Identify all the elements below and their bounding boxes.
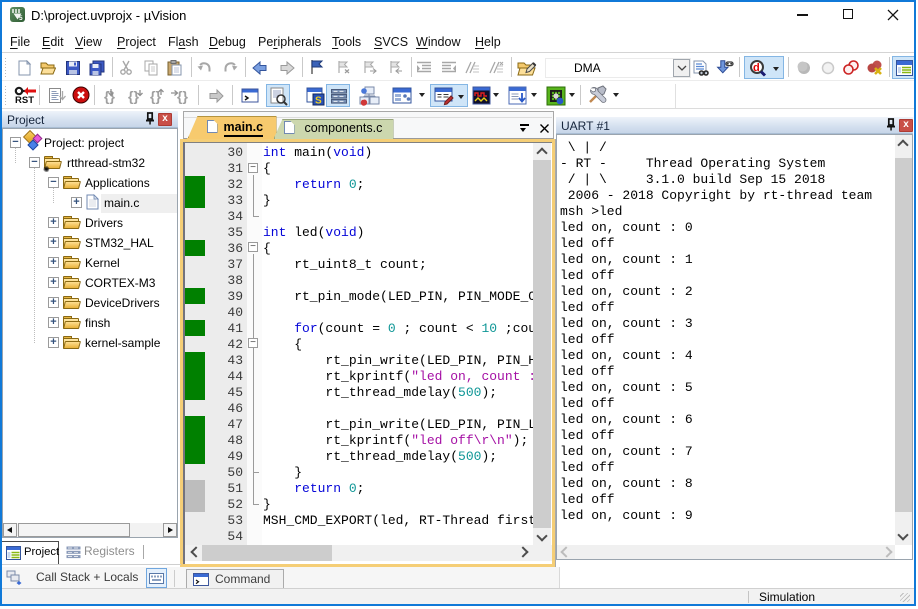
svg-text:d: d [753, 62, 760, 74]
svg-text:5: 5 [19, 15, 23, 22]
svg-text:{}: {} [104, 88, 115, 104]
svg-text:{}: {} [177, 88, 188, 104]
svg-text:{}: {} [128, 88, 139, 104]
svg-text:S: S [315, 96, 322, 107]
